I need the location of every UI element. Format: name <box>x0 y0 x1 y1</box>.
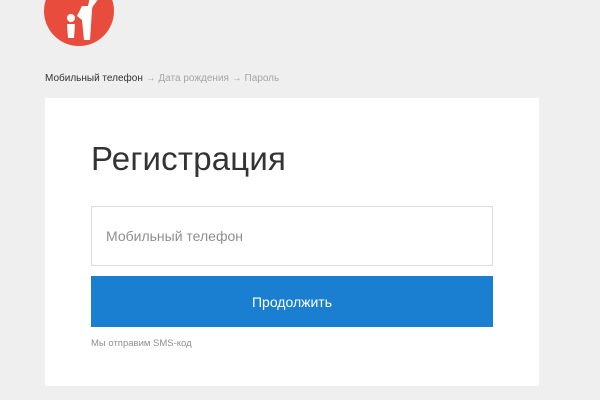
registration-card: Регистрация Продолжить Мы отправим SMS-к… <box>45 98 539 386</box>
logo <box>44 0 114 46</box>
step-arrow-icon: → <box>145 73 156 84</box>
figure-logo-icon <box>44 0 114 46</box>
registration-page: Мобильный телефон → Дата рождения → Паро… <box>0 0 600 400</box>
registration-steps: Мобильный телефон → Дата рождения → Паро… <box>45 73 279 84</box>
step-phone: Мобильный телефон <box>45 73 143 84</box>
sms-note: Мы отправим SMS-код <box>91 338 192 349</box>
page-title: Регистрация <box>91 140 287 177</box>
step-birthdate: Дата рождения <box>158 73 229 84</box>
step-arrow-icon: → <box>231 73 242 84</box>
continue-button[interactable]: Продолжить <box>91 276 493 327</box>
step-password: Пароль <box>244 73 280 84</box>
phone-input[interactable] <box>91 206 493 266</box>
